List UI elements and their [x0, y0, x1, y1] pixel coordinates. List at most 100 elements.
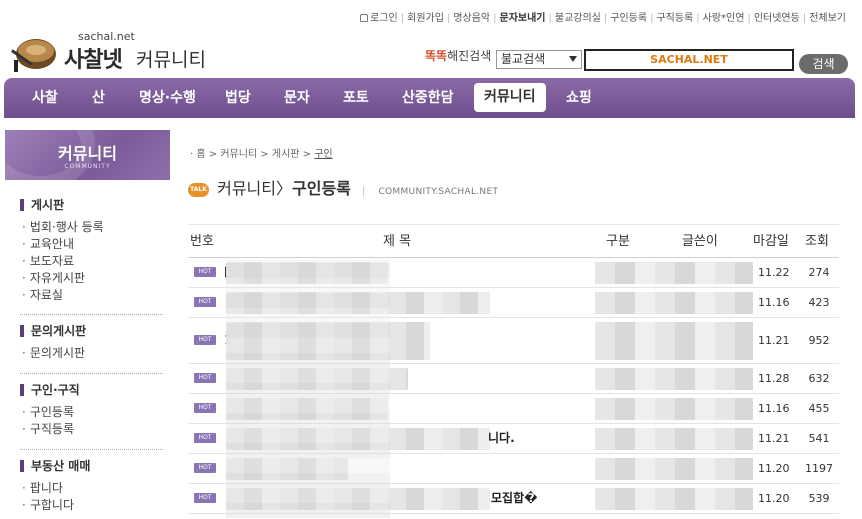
sidebar-divider — [20, 449, 163, 450]
hot-badge-icon: HOT — [194, 335, 216, 345]
table-row[interactable]: HOT 11.28 632 — [188, 364, 839, 394]
nav-dharma-hall[interactable]: 법당 — [225, 78, 251, 118]
logo-brand: 사찰넷 — [64, 47, 123, 73]
redacted-meta — [595, 458, 753, 480]
redacted-meta — [595, 398, 753, 420]
breadcrumb-home[interactable]: 홈 — [196, 149, 205, 160]
breadcrumb-board[interactable]: 게시판 — [272, 149, 300, 160]
sidebar-item-education[interactable]: 교육안내 — [20, 236, 165, 253]
table-row[interactable]: HOT 11.16 455 — [188, 394, 839, 424]
hot-badge-icon: HOT — [194, 297, 216, 307]
redacted-title — [226, 488, 490, 510]
redacted-meta — [595, 322, 753, 360]
sidebar-item-press[interactable]: 보도자료 — [20, 253, 165, 270]
main-nav: 사찰 산 명상·수행 법당 문자 포토 산중한담 커뮤니티 쇼핑 — [4, 78, 855, 118]
job-post-link[interactable]: 구인등록 — [610, 13, 647, 24]
job-seek-link[interactable]: 구직등록 — [656, 13, 693, 24]
sidebar-title: 커뮤니티 COMMUNITY — [5, 130, 170, 180]
hot-badge-icon: HOT — [194, 493, 216, 503]
sidebar-heading: 문의게시판 — [20, 323, 165, 339]
search-label: 똑똑해진검색 — [425, 49, 492, 63]
drum-logo-icon — [11, 39, 56, 72]
row-due: 11.22 — [758, 266, 790, 279]
search-category-select[interactable]: 불교검색 — [496, 50, 582, 69]
table-row[interactable]: HOT 모집합� 11.20 539 — [188, 484, 839, 514]
table-row[interactable]: HOT 1 11.21 952 — [188, 318, 839, 364]
sidebar-item-inquiry[interactable]: 문의게시판 — [20, 345, 165, 362]
row-views: 455 — [808, 402, 830, 415]
nav-photo[interactable]: 포토 — [343, 78, 369, 118]
search-input[interactable]: SACHAL.NET — [584, 49, 794, 71]
hot-badge-icon: HOT — [194, 433, 216, 443]
talk-bubble-icon: TALK — [188, 183, 209, 197]
login-link[interactable]: 로그인 — [370, 13, 398, 24]
row-views: 952 — [808, 334, 830, 347]
table-row[interactable]: HOT 니다. 11.21 541 — [188, 424, 839, 454]
nav-mountain[interactable]: 산 — [92, 78, 105, 118]
chevron-down-icon — [569, 56, 577, 62]
meditation-music-link[interactable]: 명상음악 — [453, 13, 490, 24]
sidebar-item-buy[interactable]: 구합니다 — [20, 497, 165, 514]
site-logo[interactable]: sachal.net 사찰넷 커뮤니티 — [8, 30, 208, 74]
col-category: 구분 — [606, 234, 630, 249]
redacted-meta — [595, 488, 753, 510]
top-links: 로그인 | 회원가입 | 명상음악 | 문자보내기 | 불교강의실 | 구인등록 | 구직등록 | 사랑*인… — [360, 9, 846, 24]
row-due: 11.20 — [758, 492, 790, 505]
sidebar-item-job-post[interactable]: 구인등록 — [20, 404, 165, 421]
redacted-title — [226, 262, 388, 284]
col-no: 번호 — [190, 234, 214, 249]
breadcrumb-community[interactable]: 커뮤니티 — [220, 149, 257, 160]
redacted-meta — [595, 368, 753, 390]
sidebar-heading: 부동산 매매 — [20, 458, 165, 474]
nav-talk[interactable]: 산중한담 — [402, 78, 454, 118]
nav-shop[interactable]: 쇼핑 — [566, 78, 592, 118]
redacted-title — [226, 458, 348, 480]
lock-icon — [360, 14, 369, 22]
breadcrumb: · 홈 > 커뮤니티 > 게시판 > 구인 — [190, 149, 333, 160]
hot-badge-icon: HOT — [194, 267, 216, 277]
row-title-tail: 니다. — [488, 431, 515, 445]
nav-temple[interactable]: 사찰 — [32, 78, 58, 118]
redacted-meta — [595, 262, 753, 284]
sidebar-item-job-seek[interactable]: 구직등록 — [20, 421, 165, 438]
sidebar-heading: 게시판 — [20, 197, 165, 213]
redacted-title — [226, 428, 490, 450]
table-row[interactable]: HOT 11.20 1197 — [188, 454, 839, 484]
row-title-tail: 모집합� — [491, 491, 538, 505]
row-due: 11.28 — [758, 372, 790, 385]
love-link[interactable]: 사랑*인연 — [703, 13, 745, 24]
job-post-table: 번호 제 목 구분 글쓴이 마감일 조회 HOT [ 11.22 274 HOT… — [188, 224, 839, 514]
row-due: 11.20 — [758, 462, 790, 475]
logo-section: 커뮤니티 — [136, 49, 206, 71]
redacted-title — [226, 322, 430, 360]
row-due: 11.16 — [758, 402, 790, 415]
row-due: 11.21 — [758, 432, 790, 445]
lecture-room-link[interactable]: 불교강의실 — [555, 13, 601, 24]
sidebar-item-archive[interactable]: 자료실 — [20, 287, 165, 304]
send-sms-link[interactable]: 문자보내기 — [500, 13, 546, 24]
redacted-meta — [595, 292, 753, 314]
row-views: 1197 — [805, 462, 833, 475]
row-views: 632 — [808, 372, 830, 385]
table-row[interactable]: HOT 11.16 423 — [188, 288, 839, 318]
hot-badge-icon: HOT — [194, 463, 216, 473]
search-button[interactable]: 검색 — [799, 54, 848, 74]
nav-meditation[interactable]: 명상·수행 — [139, 78, 196, 118]
row-views: 539 — [808, 492, 830, 505]
nav-sms[interactable]: 문자 — [284, 78, 310, 118]
col-title: 제 목 — [383, 234, 412, 249]
table-row[interactable]: HOT [ 11.22 274 — [188, 258, 839, 288]
lantern-link[interactable]: 인터넷연등 — [754, 13, 800, 24]
sidebar-item-events[interactable]: 법회·행사 등록 — [20, 219, 165, 236]
page-subtitle: COMMUNITY.SACHAL.NET — [378, 187, 499, 197]
sidebar-item-free-board[interactable]: 자유게시판 — [20, 270, 165, 287]
redacted-meta — [595, 428, 753, 450]
col-due: 마감일 — [753, 234, 789, 249]
breadcrumb-current[interactable]: 구인 — [314, 149, 332, 160]
col-author: 글쓴이 — [682, 234, 718, 249]
signup-link[interactable]: 회원가입 — [407, 13, 444, 24]
view-all-link[interactable]: 전체보기 — [809, 13, 846, 24]
redacted-title — [226, 292, 490, 314]
sidebar-item-sell[interactable]: 팝니다 — [20, 480, 165, 497]
nav-community[interactable]: 커뮤니티 — [474, 83, 546, 112]
